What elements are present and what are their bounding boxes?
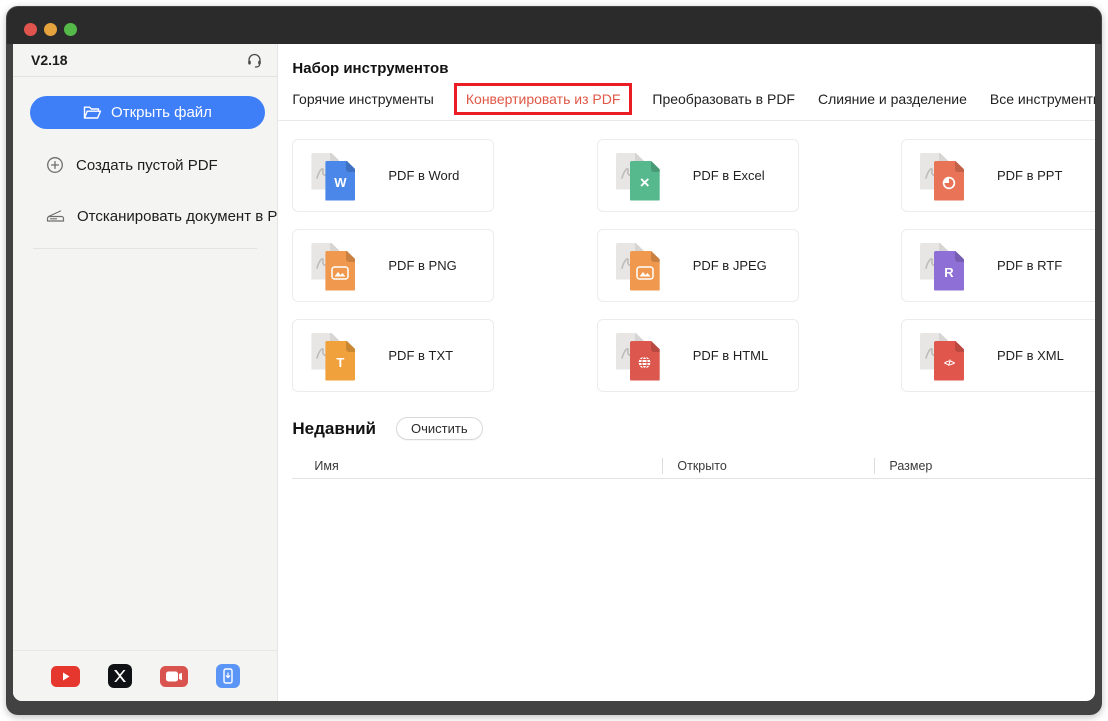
mobile-app-icon[interactable] bbox=[215, 664, 240, 688]
word-file-icon: W bbox=[310, 151, 360, 201]
tool-label: PDF в TXT bbox=[388, 348, 454, 363]
open-file-button[interactable]: Открыть файл bbox=[30, 96, 265, 129]
page-title: Набор инструментов bbox=[292, 60, 449, 77]
tool-label: PDF в Excel bbox=[692, 168, 765, 183]
ppt-file-icon bbox=[919, 151, 969, 201]
open-file-label: Открыть файл bbox=[111, 104, 212, 121]
youtube-icon[interactable] bbox=[50, 665, 80, 687]
tool-card-pdf-to-html[interactable]: PDF в HTML bbox=[596, 319, 799, 392]
column-header-size[interactable]: Размер bbox=[874, 457, 1095, 474]
tool-label: PDF в PPT bbox=[996, 168, 1063, 183]
tool-card-pdf-to-excel[interactable]: × PDF в Excel bbox=[596, 139, 799, 212]
image-glyph bbox=[635, 265, 654, 280]
tool-card-pdf-to-xml[interactable]: </> PDF в XML bbox=[900, 319, 1095, 392]
sidebar: V2.18 Открыть файл Создать пустой PDF От… bbox=[13, 44, 279, 701]
sidebar-header: V2.18 bbox=[13, 44, 278, 77]
tool-card-pdf-to-rtf[interactable]: R PDF в RTF bbox=[900, 229, 1095, 302]
tab-convert-to-pdf[interactable]: Преобразовать в PDF bbox=[652, 91, 795, 107]
xml-file-icon: </> bbox=[919, 331, 969, 381]
sidebar-item-label: Создать пустой PDF bbox=[76, 156, 218, 174]
excel-file-icon: × bbox=[615, 151, 665, 201]
png-file-icon bbox=[310, 241, 360, 291]
plus-circle-icon bbox=[46, 156, 64, 174]
tab-hot-tools[interactable]: Горячие инструменты bbox=[292, 91, 433, 107]
support-headset-icon[interactable] bbox=[246, 52, 263, 69]
sidebar-social-bar bbox=[13, 650, 278, 701]
sidebar-item-label: Отсканировать документ в P bbox=[77, 207, 278, 225]
column-header-opened[interactable]: Открыто bbox=[662, 457, 874, 474]
x-twitter-icon[interactable] bbox=[107, 664, 132, 688]
image-glyph bbox=[331, 265, 350, 280]
column-header-name[interactable]: Имя bbox=[292, 459, 662, 473]
minimize-window-button[interactable] bbox=[44, 22, 57, 36]
scanner-icon bbox=[46, 208, 65, 224]
tools-grid: W PDF в Word × PDF в Excel PDF в PPT PDF… bbox=[292, 139, 1095, 392]
rtf-file-icon: R bbox=[919, 241, 969, 291]
recent-section-title: Недавний bbox=[292, 418, 376, 438]
video-channel-icon[interactable] bbox=[159, 665, 188, 687]
html-file-icon bbox=[615, 331, 665, 381]
recent-table-header: Имя Открыто Размер bbox=[292, 453, 1095, 479]
open-folder-icon bbox=[83, 105, 102, 120]
tool-label: PDF в HTML bbox=[692, 348, 769, 363]
app-version: V2.18 bbox=[31, 52, 68, 68]
tab-convert-from-pdf[interactable]: Конвертировать из PDF bbox=[453, 83, 633, 115]
sidebar-divider bbox=[33, 248, 258, 249]
tool-label: PDF в XML bbox=[996, 348, 1064, 363]
window-titlebar bbox=[7, 7, 1101, 44]
tool-card-pdf-to-txt[interactable]: T PDF в TXT bbox=[292, 319, 495, 392]
pie-chart-glyph bbox=[942, 176, 956, 189]
tool-card-pdf-to-ppt[interactable]: PDF в PPT bbox=[900, 139, 1095, 212]
tool-label: PDF в Word bbox=[388, 168, 460, 183]
tool-label: PDF в PNG bbox=[388, 258, 457, 273]
clear-recent-button[interactable]: Очистить bbox=[396, 417, 483, 440]
tab-bar: Горячие инструменты Конвертировать из PD… bbox=[278, 77, 1095, 121]
tool-label: PDF в JPEG bbox=[692, 258, 767, 273]
jpeg-file-icon bbox=[615, 241, 665, 291]
tool-card-pdf-to-word[interactable]: W PDF в Word bbox=[292, 139, 495, 212]
globe-glyph bbox=[638, 356, 651, 369]
tool-card-pdf-to-jpeg[interactable]: PDF в JPEG bbox=[596, 229, 799, 302]
zoom-window-button[interactable] bbox=[64, 22, 77, 36]
sidebar-item-create-pdf[interactable]: Создать пустой PDF bbox=[13, 150, 277, 180]
main-panel: Набор инструментов Горячие инструменты К… bbox=[278, 44, 1095, 701]
close-window-button[interactable] bbox=[24, 22, 37, 36]
sidebar-item-scan-document[interactable]: Отсканировать документ в P bbox=[13, 201, 277, 231]
tab-all-tools[interactable]: Все инструменты bbox=[990, 91, 1095, 107]
app-window: V2.18 Открыть файл Создать пустой PDF От… bbox=[6, 6, 1102, 715]
tool-label: PDF в RTF bbox=[996, 258, 1063, 273]
txt-file-icon: T bbox=[310, 331, 360, 381]
tool-card-pdf-to-png[interactable]: PDF в PNG bbox=[292, 229, 495, 302]
tab-merge-split[interactable]: Слияние и разделение bbox=[818, 91, 967, 107]
